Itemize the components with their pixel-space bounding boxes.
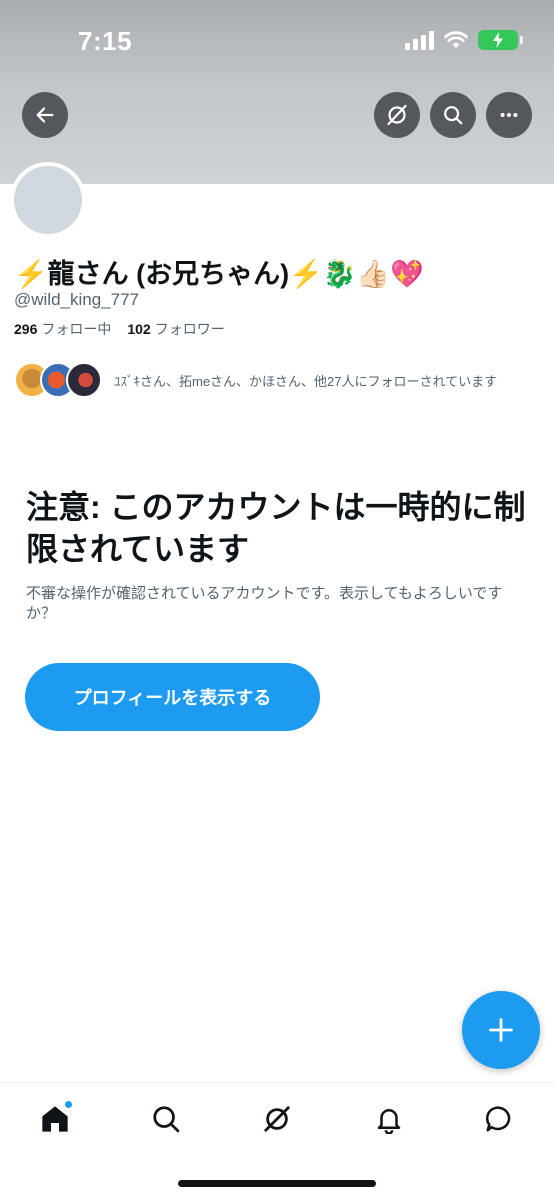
more-button[interactable] [486,92,532,138]
tab-notifications[interactable] [369,1099,409,1139]
notification-dot [64,1100,73,1109]
battery-charging-icon [478,30,523,50]
followers-link[interactable]: 102 フォロワー [127,319,224,339]
grok-icon [387,104,407,126]
compose-button[interactable] [462,991,540,1069]
wifi-icon [444,31,468,48]
grok-icon [264,1106,290,1132]
tab-messages[interactable] [479,1099,519,1139]
back-button[interactable] [22,92,68,138]
tab-search[interactable] [146,1099,186,1139]
avatar[interactable] [10,162,86,238]
followed-by-row[interactable]: ﾕｽﾞｷさん、拓meさん、かほさん、他27人にフォローされています [14,362,497,398]
home-indicator [178,1180,376,1187]
status-icons [405,30,523,50]
grok-button[interactable] [374,92,420,138]
following-count: 296 [14,321,38,337]
more-horizontal-icon [500,112,518,118]
plus-icon [489,1018,513,1042]
status-time: 7:15 [78,26,133,56]
user-handle: @wild_king_777 [14,290,140,309]
notifications-icon [377,1109,401,1134]
warning-title: 注意: このアカウントは一時的に制限されています [26,489,526,567]
follow-stats: 296 フォロー中 102 フォロワー [14,319,225,339]
followed-by-text: ﾕｽﾞｷさん、拓meさん、かほさん、他27人にフォローされています [114,373,498,389]
arrow-left-icon [36,107,54,123]
messages-icon [485,1106,511,1132]
cellular-signal-icon [405,30,434,50]
followers-label: フォロワー [154,321,225,337]
tab-home[interactable] [35,1099,75,1139]
search-icon [153,1106,180,1133]
tab-grok[interactable] [257,1099,297,1139]
status-bar: 7:15 [0,0,554,80]
warning-description: 不審な操作が確認されているアカウントです。表示してもよろしいですか？ [26,585,503,622]
following-label: フォロー中 [41,321,112,337]
display-name: ⚡️龍さん (お兄ちゃん)⚡️🐉👍🏻💖 [14,259,424,289]
search-button[interactable] [430,92,476,138]
search-icon [444,106,463,125]
view-profile-button[interactable]: プロフィールを表示する [25,663,320,731]
follower-avatar [66,362,102,398]
following-link[interactable]: 296 フォロー中 [14,319,111,339]
followers-count: 102 [127,321,151,337]
